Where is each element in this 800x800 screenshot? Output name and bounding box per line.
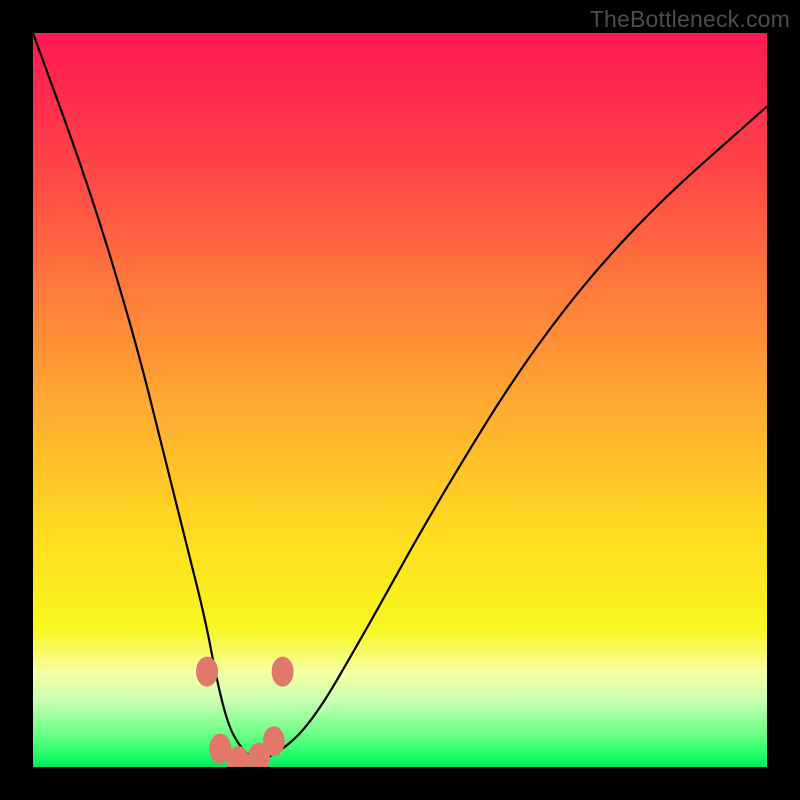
- marker-dot: [196, 657, 218, 687]
- marker-dot: [228, 746, 250, 767]
- marker-dot: [209, 734, 231, 764]
- marker-dot: [263, 726, 285, 756]
- bottleneck-curve: [33, 33, 767, 758]
- watermark-text: TheBottleneck.com: [590, 6, 790, 33]
- chart-frame: TheBottleneck.com: [0, 0, 800, 800]
- marker-dot: [272, 657, 294, 687]
- chart-svg: [33, 33, 767, 767]
- highlight-markers: [196, 657, 294, 767]
- chart-plot-area: [33, 33, 767, 767]
- marker-dot: [248, 743, 270, 768]
